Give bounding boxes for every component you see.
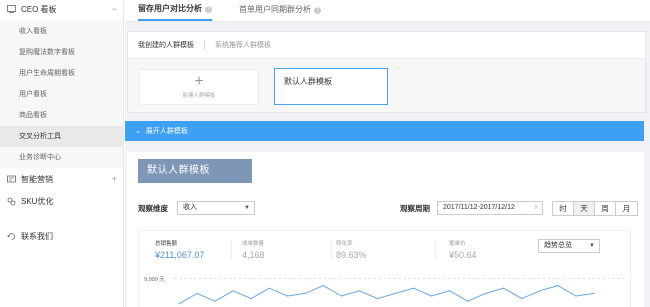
stat-conversion-rate: 转化率 89.63%	[336, 241, 367, 260]
data-point	[358, 290, 361, 292]
granularity-week[interactable]: 周	[595, 202, 616, 215]
expand-templates-label: 展开人群模板	[145, 128, 188, 135]
divider	[331, 240, 332, 259]
caret-down-icon: ⇕	[532, 205, 538, 211]
sidebar-item-cross-analysis[interactable]: 交叉分析工具	[0, 126, 123, 147]
collapse-icon[interactable]: −	[112, 4, 117, 14]
data-point	[394, 292, 397, 294]
tab-retention-compare[interactable]: 留存用户对比分析 ?	[138, 0, 212, 21]
sidebar-group-label: SKU优化	[21, 196, 54, 206]
main-area: 留存用户对比分析 ? 首单用户同期群分析 ? 我创建的人群模板 系统推荐人群模板…	[125, 0, 650, 307]
template-list: + 新建人群模板 默认人群模板	[128, 59, 645, 112]
period-label: 观察周期	[400, 203, 430, 213]
new-template-label: 新建人群模板	[182, 93, 216, 99]
divider	[231, 240, 232, 259]
data-point	[178, 303, 180, 305]
template-title: 默认人群模板	[138, 159, 252, 183]
caret-down-icon: ▼	[244, 205, 250, 211]
data-point	[503, 287, 505, 289]
sidebar-group-ceo-dashboard[interactable]: CEO 看板 −	[0, 0, 123, 18]
dimension-select[interactable]: 收入 ▼	[177, 201, 255, 215]
template-card-default[interactable]: 默认人群模板	[274, 68, 388, 105]
data-point	[412, 287, 415, 289]
sidebar-group-sku[interactable]: SKU优化	[0, 192, 123, 210]
data-point	[521, 298, 523, 300]
tab-system-templates[interactable]: 系统推荐人群模板	[215, 40, 281, 50]
tab-my-templates[interactable]: 我创建的人群模板	[138, 40, 205, 50]
tab-first-order-cohort[interactable]: 首单用户同期群分析 ?	[239, 0, 321, 21]
filter-row: 观察维度 收入 ▼ 观察周期 2017/11/12-2017/12/12 ⇕ 时…	[127, 200, 644, 216]
data-point	[322, 285, 324, 287]
sidebar-item-revenue[interactable]: 收入看板	[0, 21, 123, 42]
data-point	[196, 292, 198, 294]
granularity-month[interactable]: 月	[616, 202, 637, 215]
series-line	[178, 285, 595, 305]
stat-value: 89.63%	[336, 250, 367, 260]
template-tabs: 我创建的人群模板 系统推荐人群模板	[128, 32, 645, 59]
stat-total-sales: 总销售额 ¥211,067.07	[155, 241, 205, 260]
data-point	[340, 295, 342, 297]
granularity-hour[interactable]: 时	[553, 202, 574, 215]
marketing-icon	[6, 174, 16, 184]
caret-down-icon: ▼	[589, 243, 595, 249]
data-point	[268, 287, 270, 289]
stat-value: ¥50.64	[449, 250, 477, 260]
help-icon[interactable]: ?	[205, 5, 212, 13]
expand-icon[interactable]: +	[112, 174, 117, 184]
sidebar-group-marketing[interactable]: 智能营销 +	[0, 170, 123, 188]
data-point	[539, 290, 541, 292]
dimension-label: 观察维度	[138, 203, 168, 213]
analysis-tabs: 留存用户对比分析 ? 首单用户同期群分析 ?	[125, 0, 650, 22]
data-point	[304, 292, 306, 294]
contact-icon	[6, 231, 16, 241]
expand-templates-bar[interactable]: ⌄ 展开人群模板	[125, 121, 644, 141]
period-picker[interactable]: 2017/11/12-2017/12/12 ⇕	[437, 201, 543, 215]
data-point	[431, 295, 433, 297]
sidebar-item-products[interactable]: 商品看板	[0, 105, 123, 126]
data-point	[286, 295, 288, 297]
template-panel: 我创建的人群模板 系统推荐人群模板 + 新建人群模板 默认人群模板	[127, 31, 646, 113]
link-icon	[6, 196, 16, 206]
stat-value: 4,168	[242, 250, 265, 260]
data-point	[232, 290, 234, 292]
stat-avg-order-value: 笔单价 ¥50.64	[449, 241, 477, 260]
stat-order-count: 成单数量 4,168	[242, 241, 265, 260]
trend-select[interactable]: 趋势总览 ▼	[538, 239, 600, 253]
data-point	[467, 300, 469, 302]
new-template-button[interactable]: + 新建人群模板	[139, 69, 259, 105]
sidebar-item-diagnosis[interactable]: 业务诊断中心	[0, 147, 123, 168]
granularity-toggle: 时 天 周 月	[552, 201, 638, 216]
sidebar: CEO 看板 − 收入看板 复购魔法数字看板 用户生命周期看板 用户看板 商品看…	[0, 0, 124, 307]
sidebar-item-repurchase[interactable]: 复购魔法数字看板	[0, 42, 123, 63]
data-point	[250, 298, 252, 300]
sidebar-item-users[interactable]: 用户看板	[0, 84, 123, 105]
divider	[435, 240, 436, 259]
sidebar-item-lifecycle[interactable]: 用户生命周期看板	[0, 63, 123, 84]
sidebar-group-label: 联系我们	[21, 231, 53, 241]
data-point	[593, 292, 595, 294]
plus-icon: +	[194, 73, 204, 90]
data-point	[557, 285, 559, 287]
analysis-content: 默认人群模板 观察维度 收入 ▼ 观察周期 2017/11/12-2017/12…	[127, 152, 644, 307]
sidebar-group-contact[interactable]: 联系我们	[0, 227, 123, 245]
trend-chart	[178, 285, 595, 305]
data-point	[376, 298, 379, 300]
stats-card: 总销售额 ¥211,067.07 成单数量 4,168 转化率 89.63% 笔…	[138, 230, 631, 307]
data-point	[449, 290, 451, 292]
stat-value: ¥211,067.07	[155, 250, 205, 260]
dashboard-icon	[6, 4, 16, 14]
chevron-down-icon: ⌄	[135, 128, 141, 135]
granularity-day[interactable]: 天	[574, 202, 595, 215]
data-point	[214, 300, 216, 302]
data-point	[485, 292, 487, 294]
data-point	[575, 295, 577, 297]
sidebar-group-label: CEO 看板	[21, 4, 57, 14]
sidebar-group-label: 智能营销	[21, 174, 53, 184]
help-icon[interactable]: ?	[314, 6, 321, 14]
